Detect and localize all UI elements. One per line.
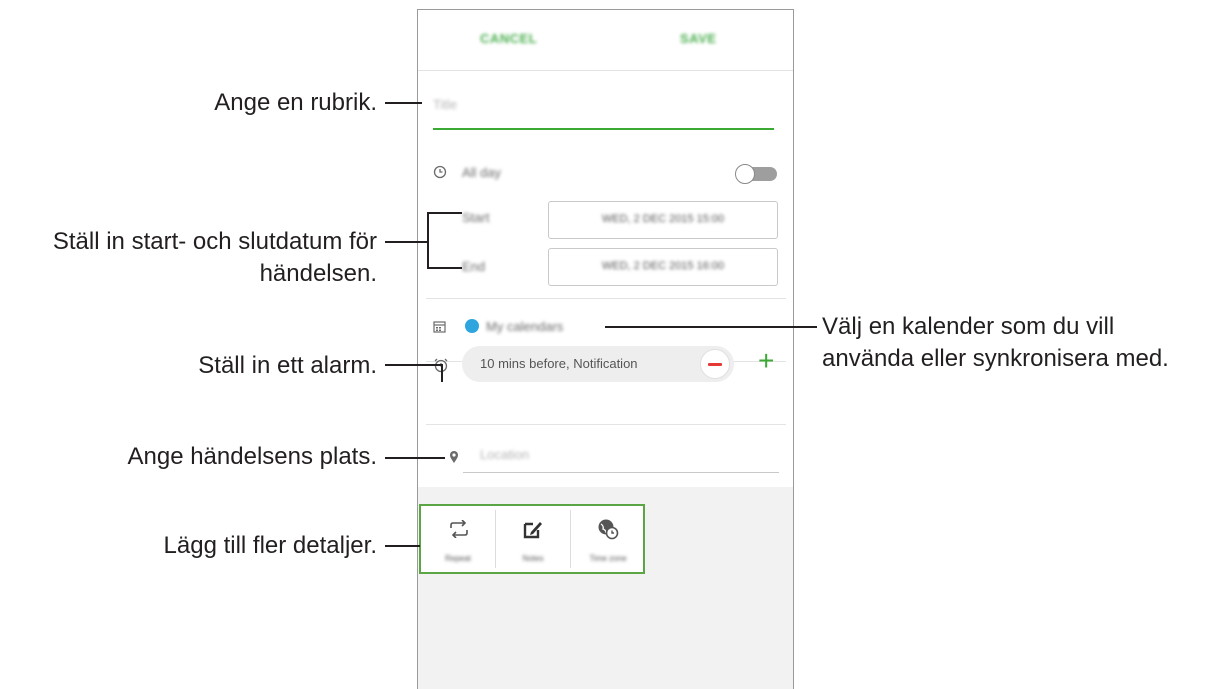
repeat-button[interactable]: Repeat [421, 506, 495, 572]
divider [426, 298, 786, 299]
location-pin-icon [450, 451, 458, 463]
annotation-dates-line2: händelsen. [259, 260, 377, 287]
location-input[interactable]: Location [480, 447, 529, 462]
event-form: CANCEL SAVE Title All day Start WED, 2 D… [418, 10, 793, 487]
reminder-value: 10 mins before, Notification [480, 356, 638, 371]
annotation-details: Lägg till fler detaljer. [163, 532, 377, 559]
repeat-icon [450, 520, 468, 538]
toggle-knob [735, 164, 755, 184]
title-underline [433, 128, 774, 130]
phone-screen: CANCEL SAVE Title All day Start WED, 2 D… [417, 9, 794, 689]
calendar-color-dot [465, 319, 479, 333]
notes-button[interactable]: Notes [496, 506, 570, 572]
notes-label: Notes [522, 554, 544, 563]
cancel-button[interactable]: CANCEL [480, 31, 537, 46]
callout-line [385, 364, 443, 366]
annotation-title: Ange en rubrik. [214, 89, 377, 116]
time-zone-button[interactable]: Time zone [571, 506, 645, 572]
start-label: Start [462, 210, 490, 225]
more-details-bar: Repeat Notes Time zone [419, 504, 645, 574]
callout-bracket [427, 212, 429, 269]
calendar-icon [433, 321, 446, 333]
end-label: End [462, 259, 486, 274]
repeat-label: Repeat [445, 554, 471, 563]
title-input[interactable]: Title [433, 97, 774, 112]
callout-bracket [427, 212, 462, 214]
calendar-selector[interactable]: My calendars [486, 319, 563, 334]
location-underline [463, 472, 779, 473]
notes-icon [523, 522, 542, 539]
start-date-field[interactable]: WED, 2 DEC 2015 15:00 [548, 201, 778, 239]
all-day-label: All day [462, 165, 502, 180]
callout-bracket [427, 267, 462, 269]
top-action-bar: CANCEL SAVE [418, 10, 793, 71]
annotation-alarm: Ställ in ett alarm. [198, 352, 377, 379]
callout-line [385, 545, 420, 547]
remove-reminder-button[interactable] [700, 349, 730, 379]
time-zone-icon [598, 519, 619, 540]
start-date-value: WED, 2 DEC 2015 15:00 [601, 213, 725, 225]
end-date-field[interactable]: WED, 2 DEC 2015 16:00 [548, 248, 778, 286]
end-date-value: WED, 2 DEC 2015 16:00 [601, 260, 725, 272]
callout-line [441, 364, 443, 382]
time-zone-label: Time zone [589, 554, 627, 563]
annotation-calendar-line2: använda eller synkronisera med. [822, 345, 1169, 372]
add-reminder-button[interactable]: + [758, 344, 774, 378]
callout-line [385, 457, 445, 459]
reminder-chip[interactable]: 10 mins before, Notification [462, 346, 734, 382]
annotation-location: Ange händelsens plats. [127, 443, 377, 470]
callout-line [385, 102, 422, 104]
callout-line [385, 241, 428, 243]
clock-icon [433, 165, 447, 179]
callout-line [605, 326, 817, 328]
divider [426, 424, 786, 425]
save-button[interactable]: SAVE [680, 31, 716, 46]
annotation-calendar-line1: Välj en kalender som du vill [822, 313, 1115, 340]
all-day-toggle[interactable] [735, 164, 777, 184]
annotation-dates-line1: Ställ in start- och slutdatum för [52, 228, 377, 255]
